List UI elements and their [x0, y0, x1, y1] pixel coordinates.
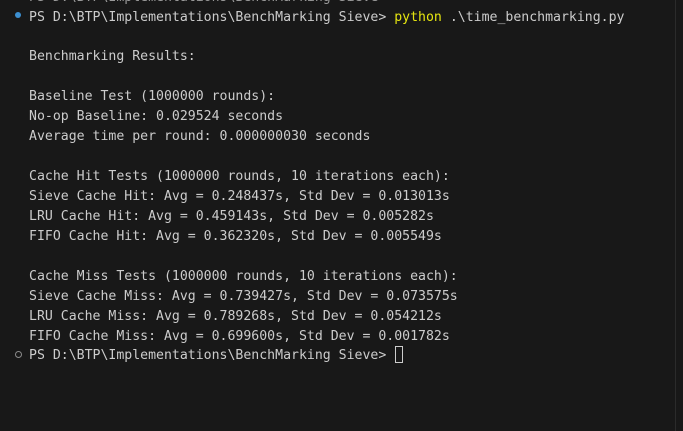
output-line: Baseline Test (1000000 rounds): [29, 89, 276, 104]
command-args: .\time_benchmarking.py [441, 10, 625, 25]
output-line: Cache Hit Tests (1000000 rounds, 10 iter… [29, 169, 450, 184]
command-pending-icon[interactable] [15, 351, 22, 358]
command-name: python [394, 10, 442, 25]
output-line: FIFO Cache Hit: Avg = 0.362320s, Std Dev… [29, 229, 442, 244]
output-line: Average time per round: 0.000000030 seco… [29, 129, 371, 144]
prompt-line-1: PS D:\BTP\Implementations\BenchMarking S… [29, 8, 625, 28]
prompt-path: PS D:\BTP\Implementations\BenchMarking S… [29, 10, 395, 25]
command-success-icon[interactable] [15, 12, 21, 18]
partial-previous-line: PS D:\BTP\Implementations\BenchMarking S… [29, 0, 386, 8]
output-line: Sieve Cache Miss: Avg = 0.739427s, Std D… [29, 289, 458, 304]
output-line: Cache Miss Tests (1000000 rounds, 10 ite… [29, 269, 458, 284]
prompt-line-2[interactable]: PS D:\BTP\Implementations\BenchMarking S… [29, 346, 404, 366]
scrollbar-track[interactable] [675, 0, 676, 431]
output-line: Sieve Cache Hit: Avg = 0.248437s, Std De… [29, 189, 450, 204]
terminal-panel[interactable]: PS D:\BTP\Implementations\BenchMarking S… [0, 0, 683, 431]
output-line: FIFO Cache Miss: Avg = 0.699600s, Std De… [29, 329, 450, 344]
output-line: LRU Cache Hit: Avg = 0.459143s, Std Dev … [29, 209, 434, 224]
output-line: No-op Baseline: 0.029524 seconds [29, 109, 284, 124]
output-line: LRU Cache Miss: Avg = 0.789268s, Std Dev… [29, 309, 442, 324]
prompt-path: PS D:\BTP\Implementations\BenchMarking S… [29, 348, 395, 363]
output-line: Benchmarking Results: [29, 49, 196, 64]
text-cursor[interactable] [395, 346, 404, 363]
